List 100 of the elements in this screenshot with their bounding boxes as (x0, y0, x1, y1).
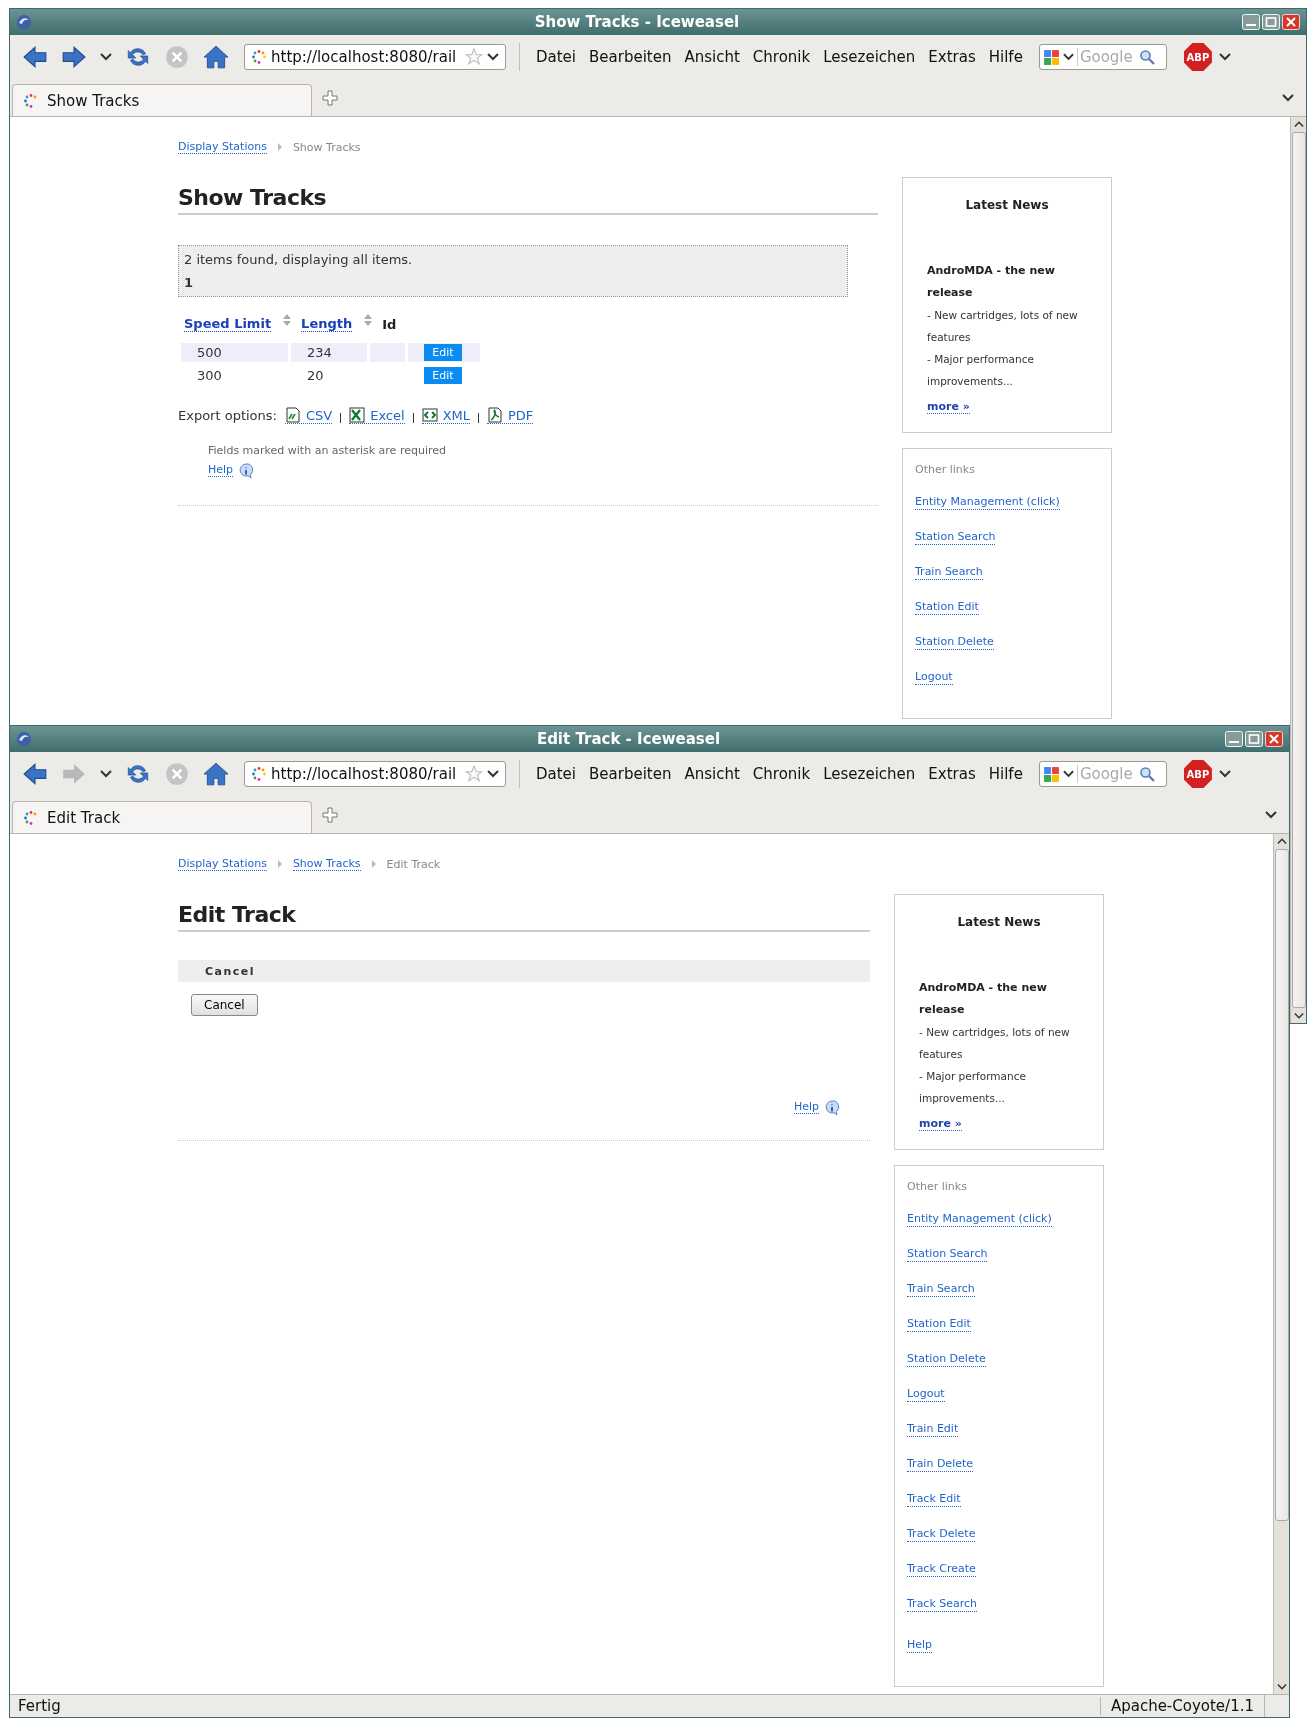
scrollbar[interactable] (1290, 117, 1306, 1023)
caret-icon[interactable] (1218, 53, 1231, 61)
caret-icon[interactable] (487, 770, 499, 778)
scroll-down-icon[interactable] (1276, 1683, 1287, 1691)
search-icon[interactable] (1138, 49, 1155, 65)
menu-item[interactable]: Bearbeiten (586, 765, 675, 783)
search-engine-icon[interactable] (1042, 765, 1060, 783)
menu-item[interactable]: Bearbeiten (586, 48, 675, 66)
sidebar-link[interactable]: Track Delete (907, 1526, 976, 1542)
back-icon[interactable] (22, 44, 48, 70)
table-cell: 234 (291, 343, 367, 362)
new-tab-icon[interactable] (322, 89, 338, 106)
menu-item[interactable]: Datei (533, 48, 580, 66)
menu-item[interactable]: Extras (925, 765, 979, 783)
minimize-icon[interactable] (1225, 731, 1243, 747)
sidebar-link[interactable]: Track Create (907, 1561, 976, 1577)
browser-tab[interactable]: Edit Track (12, 801, 312, 833)
minimize-icon[interactable] (1242, 14, 1260, 30)
breadcrumb-link[interactable]: Show Tracks (292, 857, 361, 871)
sidebar-link[interactable]: Entity Management (click) (907, 1211, 1052, 1227)
new-tab-icon[interactable] (322, 806, 338, 823)
adblock-button[interactable]: ABP (1183, 43, 1212, 71)
news-title: Latest News (957, 915, 1041, 929)
search-icon[interactable] (1138, 766, 1155, 782)
sidebar-link[interactable]: Train Search (907, 1281, 975, 1297)
maximize-icon[interactable] (1245, 731, 1263, 747)
sidebar-link[interactable]: Station Search (915, 529, 996, 545)
browser-tab[interactable]: Show Tracks (12, 84, 312, 116)
search-bar[interactable]: Google (1038, 44, 1167, 70)
sidebar-link[interactable]: Train Delete (907, 1456, 974, 1472)
edit-button[interactable]: Edit (424, 344, 462, 361)
adblock-button[interactable]: ABP (1183, 760, 1212, 788)
forward-icon[interactable] (61, 44, 87, 70)
loading-icon (251, 766, 267, 782)
breadcrumb-link[interactable]: Display Stations (178, 140, 267, 154)
breadcrumb-arrow-icon (370, 860, 377, 868)
caret-icon[interactable] (1265, 810, 1277, 819)
edit-button[interactable]: Edit (424, 367, 462, 384)
caret-icon[interactable] (1218, 770, 1231, 778)
help-link[interactable]: Help (907, 1637, 933, 1653)
server-text: Apache-Coyote/1.1 (1099, 1697, 1264, 1715)
menu-item[interactable]: Datei (533, 765, 580, 783)
export-link[interactable]: PDF (487, 407, 534, 424)
menu-item[interactable]: Ansicht (681, 48, 743, 66)
close-icon[interactable] (1282, 14, 1300, 30)
help-link[interactable]: Help (208, 463, 234, 477)
caret-icon[interactable] (1282, 93, 1294, 102)
sidebar-link[interactable]: Train Edit (907, 1421, 959, 1437)
menu-item[interactable]: Chronik (749, 48, 814, 66)
caret-icon[interactable] (100, 770, 112, 778)
caret-icon[interactable] (1062, 53, 1074, 61)
address-field[interactable]: http://localhost:8080/rail (244, 44, 506, 70)
cancel-button[interactable]: Cancel (191, 994, 258, 1016)
sidebar-link[interactable]: Station Search (907, 1246, 988, 1262)
home-icon[interactable] (203, 761, 229, 787)
column-header-link[interactable]: Speed Limit (184, 316, 272, 332)
column-header-link[interactable]: Length (301, 316, 353, 332)
export-link[interactable]: CSV (284, 407, 333, 424)
back-icon[interactable] (22, 761, 48, 787)
caret-icon[interactable] (487, 53, 499, 61)
menu-item[interactable]: Ansicht (681, 765, 743, 783)
breadcrumb-link[interactable]: Display Stations (178, 857, 267, 871)
page-number: 1 (184, 275, 194, 290)
menu-item[interactable]: Lesezeichen (820, 48, 919, 66)
help-link[interactable]: Help (793, 1100, 819, 1114)
scroll-up-icon[interactable] (1276, 837, 1287, 845)
sidebar-link[interactable]: Station Edit (907, 1316, 971, 1332)
more-link[interactable]: more » (919, 1117, 962, 1131)
caret-icon[interactable] (1062, 770, 1074, 778)
search-engine-icon[interactable] (1042, 48, 1060, 66)
sidebar-link[interactable]: Logout (907, 1386, 945, 1402)
star-icon[interactable] (465, 765, 483, 783)
caret-icon[interactable] (100, 53, 112, 61)
sidebar-link[interactable]: Station Edit (915, 599, 979, 615)
menu-item[interactable]: Hilfe (985, 48, 1026, 66)
scroll-up-icon[interactable] (1293, 120, 1304, 128)
maximize-icon[interactable] (1262, 14, 1280, 30)
menu-item[interactable]: Lesezeichen (820, 765, 919, 783)
scroll-down-icon[interactable] (1293, 1012, 1304, 1020)
close-icon[interactable] (1265, 731, 1283, 747)
menu-item[interactable]: Hilfe (985, 765, 1026, 783)
star-icon[interactable] (465, 48, 483, 66)
more-link[interactable]: more » (927, 400, 970, 414)
search-field[interactable]: Google (1076, 48, 1136, 66)
address-field[interactable]: http://localhost:8080/rail (244, 761, 506, 787)
export-link[interactable]: XML (421, 407, 470, 424)
sidebar-link[interactable]: Entity Management (click) (915, 494, 1060, 510)
sidebar-link[interactable]: Station Delete (915, 634, 994, 650)
sidebar-link[interactable]: Train Search (915, 564, 983, 580)
sidebar-link[interactable]: Station Delete (907, 1351, 986, 1367)
search-bar[interactable]: Google (1038, 761, 1167, 787)
home-icon[interactable] (203, 44, 229, 70)
search-field[interactable]: Google (1076, 765, 1136, 783)
scrollbar[interactable] (1273, 834, 1289, 1694)
menu-item[interactable]: Extras (925, 48, 979, 66)
menu-item[interactable]: Chronik (749, 765, 814, 783)
sidebar-link[interactable]: Track Search (907, 1596, 978, 1612)
sidebar-link[interactable]: Track Edit (907, 1491, 961, 1507)
export-link[interactable]: Excel (349, 407, 405, 424)
sidebar-link[interactable]: Logout (915, 669, 953, 685)
